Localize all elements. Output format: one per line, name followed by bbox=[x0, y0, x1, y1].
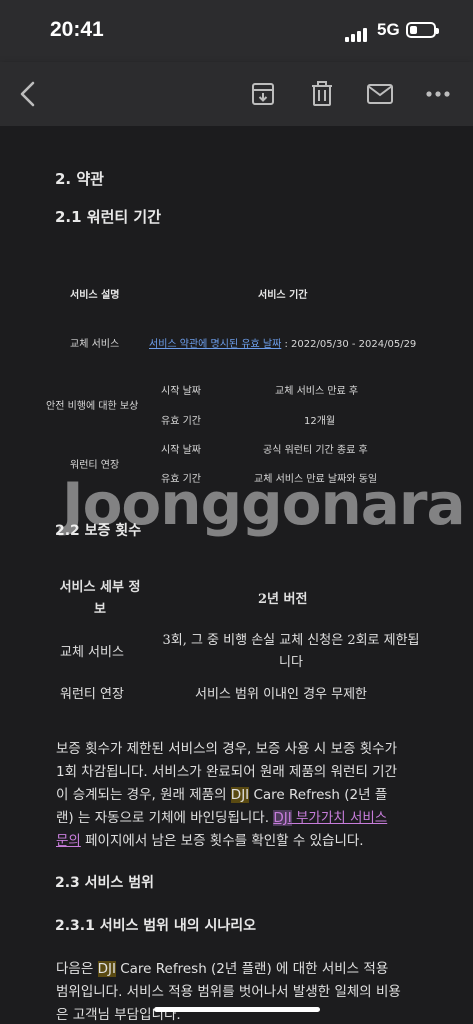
table2-header-detail: 서비스 세부 정 보 bbox=[50, 577, 150, 621]
warranty-period-title: 2.1 워런티 기간 bbox=[55, 208, 162, 226]
table1-row2-val2: 12개월 bbox=[304, 416, 336, 427]
table1-row3-name: 워런티 연장 bbox=[70, 460, 120, 471]
more-dots-icon bbox=[426, 91, 450, 97]
table1-header-description: 서비스 설명 bbox=[70, 290, 120, 301]
back-button[interactable] bbox=[10, 76, 46, 112]
para1-line4: 랜) 는 자동으로 기체에 바인딩됩니다. DJI 부가가치 서비스 bbox=[56, 807, 456, 830]
para1-line1: 보증 횟수가 제한된 서비스의 경우, 보증 사용 시 보증 횟수가 bbox=[56, 741, 397, 757]
table2-row2-name: 워런티 연장 bbox=[60, 687, 124, 702]
table2-row2-value: 서비스 범위 이내인 경우 무제한 bbox=[195, 687, 368, 702]
status-bar: 20:41 5G bbox=[0, 0, 473, 62]
table1-row3-sub1: 시작 날짜 bbox=[161, 445, 201, 456]
para2-line1-text: 다음은 bbox=[56, 961, 98, 977]
more-button[interactable] bbox=[420, 76, 456, 112]
para1-line3-text: 이 승계되는 경우, 원래 제품의 bbox=[56, 787, 231, 803]
home-indicator[interactable] bbox=[154, 1007, 320, 1012]
para1-line2: 1회 차감됩니다. 서비스가 완료되어 원래 제품의 워런티 기간 bbox=[56, 764, 397, 780]
table2-header-detail-line1: 서비스 세부 정 bbox=[59, 580, 141, 595]
mail-button[interactable] bbox=[362, 76, 398, 112]
inquiry-link[interactable]: 문의 bbox=[56, 833, 81, 849]
delete-button[interactable] bbox=[304, 76, 340, 112]
table1-header-period: 서비스 기간 bbox=[258, 290, 308, 301]
scope-subtitle: 2.3.1 서비스 범위 내의 시나리오 bbox=[55, 918, 257, 934]
table1-row2-sub1: 시작 날짜 bbox=[161, 386, 201, 397]
scope-paragraph: 다음은 DJI Care Refresh (2년 플랜) 에 대한 서비스 적용… bbox=[56, 958, 456, 1024]
dji-highlight: DJI bbox=[230, 787, 250, 803]
battery-level bbox=[410, 26, 417, 34]
table1-row2-sub2: 유효 기간 bbox=[161, 416, 201, 427]
table1-row2-val1: 교체 서비스 만료 후 bbox=[275, 386, 359, 397]
para1-line3-rest: Care Refresh (2년 플 bbox=[249, 787, 388, 803]
para2-line1-rest: Care Refresh (2년 플랜) 에 대한 서비스 적용 bbox=[115, 961, 389, 977]
mail-toolbar bbox=[0, 62, 473, 126]
para1-line5-text: 페이지에서 남은 보증 횟수를 확인할 수 있습니다. bbox=[80, 833, 364, 849]
table1-row1-dates: : 2022/05/30 - 2024/05/29 bbox=[281, 339, 417, 350]
table2-row1-value: 3회, 그 중 비행 손실 교체 신청은 2회로 제한됩 니다 bbox=[146, 630, 436, 674]
scope-title: 2.3 서비스 범위 bbox=[55, 875, 154, 891]
table1-row2-name: 안전 비행에 대한 보상 bbox=[46, 401, 139, 412]
para2-line2: 범위입니다. 서비스 적용 범위를 벗어나서 발생한 일체의 비용 bbox=[56, 984, 401, 1000]
table2-row1-name: 교체 서비스 bbox=[60, 645, 124, 660]
para1-line4-text: 랜) 는 자동으로 기체에 바인딩됩니다. bbox=[56, 810, 274, 826]
trash-icon bbox=[312, 81, 332, 106]
table2-row1-value-line2: 니다 bbox=[279, 655, 303, 670]
network-label: 5G bbox=[377, 20, 400, 39]
table1-row3-val1: 공식 워런티 기간 종료 후 bbox=[263, 445, 368, 456]
table2-row1-value-line1: 3회, 그 중 비행 손실 교체 신청은 2회로 제한됩 bbox=[162, 633, 420, 648]
archive-icon bbox=[252, 83, 274, 105]
terms-date-link[interactable]: 서비스 약관에 명시된 유효 날짜 bbox=[149, 339, 281, 350]
mail-icon bbox=[367, 84, 393, 104]
chevron-left-icon bbox=[20, 81, 35, 107]
archive-button[interactable] bbox=[245, 76, 281, 112]
dji-value-service-link[interactable]: DJI 부가가치 서비스 bbox=[273, 810, 387, 826]
table1-row1-value: 서비스 약관에 명시된 유효 날짜 : 2022/05/30 - 2024/05… bbox=[149, 335, 416, 350]
count-paragraph: 보증 횟수가 제한된 서비스의 경우, 보증 사용 시 보증 횟수가 1회 차감… bbox=[56, 738, 456, 853]
para2-line1: 다음은 DJI Care Refresh (2년 플랜) 에 대한 서비스 적용 bbox=[56, 958, 456, 981]
table1-row1-name: 교체 서비스 bbox=[70, 339, 120, 350]
signal-icon bbox=[345, 23, 369, 42]
battery-icon bbox=[406, 22, 439, 38]
watermark-logo: Joonggonara bbox=[62, 470, 466, 538]
dji-link-highlight: DJI bbox=[273, 810, 292, 826]
table2-header-detail-line2: 보 bbox=[94, 602, 106, 617]
dji-highlight-2: DJI bbox=[97, 961, 116, 977]
section-title: 2. 약관 bbox=[55, 170, 104, 188]
para1-line5: 문의 페이지에서 남은 보증 횟수를 확인할 수 있습니다. bbox=[56, 830, 456, 853]
dji-value-service-link-text: 부가가치 서비스 bbox=[291, 810, 388, 826]
para1-line3: 이 승계되는 경우, 원래 제품의 DJI Care Refresh (2년 플 bbox=[56, 784, 456, 807]
table2-header-version: 2년 버전 bbox=[258, 592, 308, 607]
status-time: 20:41 bbox=[50, 18, 104, 41]
